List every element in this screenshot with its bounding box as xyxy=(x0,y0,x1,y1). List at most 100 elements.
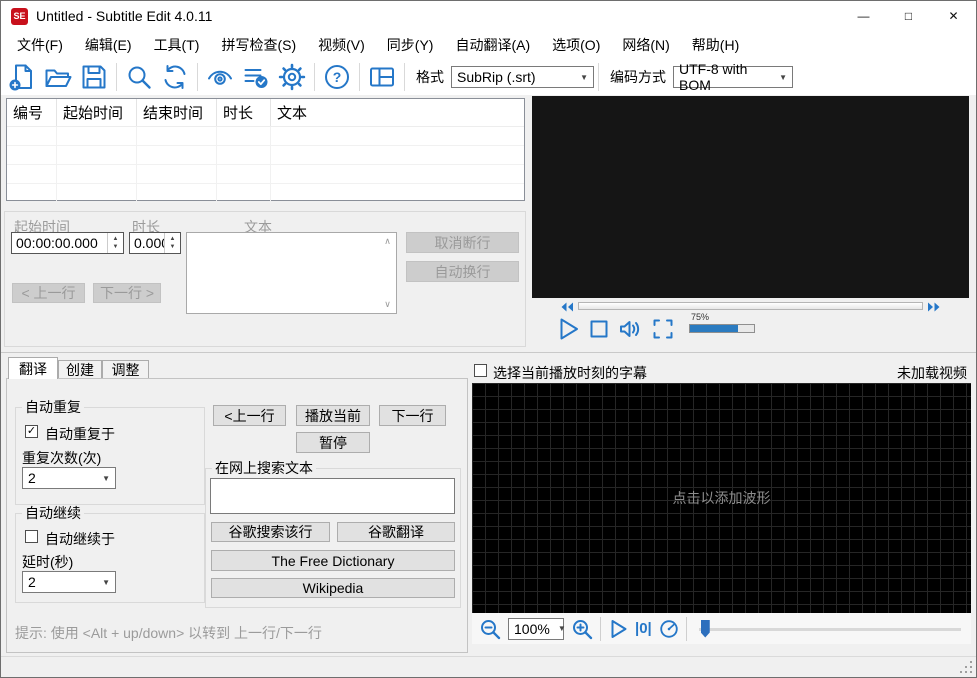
spin-buttons[interactable]: ▲ ▼ xyxy=(107,233,123,253)
title-bar: SE Untitled - Subtitle Edit 4.0.11 — □ ✕ xyxy=(1,1,976,31)
table-row[interactable] xyxy=(7,146,524,165)
menu-tools[interactable]: 工具(T) xyxy=(143,31,211,59)
table-row[interactable] xyxy=(7,184,524,203)
waveform-area[interactable]: 点击以添加波形 xyxy=(472,383,971,613)
layout-button[interactable] xyxy=(364,61,400,93)
menu-autotranslate[interactable]: 自动翻译(A) xyxy=(444,31,541,59)
fullscreen-icon[interactable] xyxy=(650,316,676,342)
pause-button[interactable]: 暂停 xyxy=(296,432,370,453)
auto-continue-checkbox[interactable] xyxy=(25,530,38,543)
prev-line-button[interactable]: <上一行 xyxy=(213,405,286,426)
wikipedia-button[interactable]: Wikipedia xyxy=(211,578,455,598)
table-row[interactable] xyxy=(7,127,524,146)
separator xyxy=(685,616,687,641)
next-line-button-tab[interactable]: 下一行 xyxy=(379,405,446,426)
find-button[interactable] xyxy=(121,61,157,93)
menu-edit[interactable]: 编辑(E) xyxy=(74,31,143,59)
zoom-out-icon[interactable] xyxy=(478,617,502,641)
seek-slider[interactable] xyxy=(578,302,923,310)
tab-translate[interactable]: 翻译 xyxy=(8,357,58,379)
duration-spinner[interactable]: 0.000 ▲ ▼ xyxy=(129,232,181,254)
menu-sync[interactable]: 同步(Y) xyxy=(376,31,445,59)
google-translate-button[interactable]: 谷歌翻译 xyxy=(337,522,455,542)
select-current-subtitle-checkbox[interactable] xyxy=(474,364,487,377)
playback-speed-icon[interactable] xyxy=(658,618,680,640)
menu-options[interactable]: 选项(O) xyxy=(541,31,611,59)
settings-button[interactable] xyxy=(274,61,310,93)
toolbar-separator xyxy=(314,63,315,91)
tab-adjust[interactable]: 调整 xyxy=(102,360,149,379)
app-logo-icon[interactable]: SE xyxy=(11,7,28,25)
table-row[interactable] xyxy=(7,165,524,184)
window-title: Untitled - Subtitle Edit 4.0.11 xyxy=(36,8,213,24)
stop-icon[interactable] xyxy=(586,316,612,342)
separator xyxy=(600,616,601,641)
tab-create[interactable]: 创建 xyxy=(58,360,102,379)
fast-forward-icon[interactable] xyxy=(927,301,941,313)
column-text[interactable]: 文本 xyxy=(271,99,524,126)
menu-file[interactable]: 文件(F) xyxy=(6,31,74,59)
volume-slider[interactable] xyxy=(689,324,755,333)
column-end-time[interactable]: 结束时间 xyxy=(137,99,217,126)
start-time-spinner[interactable]: 00:00:00.000 ▲ ▼ xyxy=(11,232,124,254)
spin-buttons[interactable]: ▲ ▼ xyxy=(164,233,180,253)
close-button[interactable]: ✕ xyxy=(931,1,976,31)
volume-control: 75% xyxy=(689,312,761,342)
menu-spellcheck[interactable]: 拼写检查(S) xyxy=(210,31,307,59)
google-search-button[interactable]: 谷歌搜索该行 xyxy=(211,522,330,542)
toolbar: ? 格式 SubRip (.srt) ▼ 编码方式 UTF-8 with BOM… xyxy=(1,59,976,95)
zoom-in-icon[interactable] xyxy=(570,617,594,641)
chevron-down-icon: ▼ xyxy=(557,624,566,633)
subtitle-list[interactable]: 编号 起始时间 结束时间 时长 文本 xyxy=(6,98,525,203)
subtitle-list-header: 编号 起始时间 结束时间 时长 文本 xyxy=(7,99,524,127)
encoding-value: UTF-8 with BOM xyxy=(679,61,748,93)
unbreak-button[interactable]: 取消断行 xyxy=(406,232,519,253)
previous-line-button[interactable]: < 上一行 xyxy=(12,283,85,303)
video-display[interactable] xyxy=(532,96,969,298)
web-search-input[interactable] xyxy=(210,478,455,514)
visual-sync-button[interactable] xyxy=(202,61,238,93)
next-line-button[interactable]: 下一行 > xyxy=(93,283,161,303)
replace-button[interactable] xyxy=(157,61,193,93)
video-seek-bar xyxy=(532,299,969,313)
menu-network[interactable]: 网络(N) xyxy=(611,31,680,59)
video-controls: 75% xyxy=(555,312,761,342)
waveform-play-icon[interactable] xyxy=(607,618,629,640)
encoding-select[interactable]: UTF-8 with BOM ▼ xyxy=(673,61,793,93)
new-file-button[interactable] xyxy=(4,61,40,93)
save-button[interactable] xyxy=(76,61,112,93)
reset-position-icon[interactable]: |0| xyxy=(635,620,652,637)
play-icon[interactable] xyxy=(555,316,581,342)
slider-thumb[interactable] xyxy=(700,619,710,638)
delay-select[interactable]: 2 ▼ xyxy=(22,571,116,593)
menu-help[interactable]: 帮助(H) xyxy=(681,31,750,59)
auto-repeat-checkbox[interactable]: ✓ xyxy=(25,425,38,438)
spin-down-icon: ▼ xyxy=(112,244,119,251)
waveform-zoom-select[interactable]: 100% ▼ xyxy=(508,617,566,640)
help-icon: ? xyxy=(325,65,349,89)
resize-grip[interactable] xyxy=(960,661,972,673)
horizontal-splitter[interactable] xyxy=(1,352,976,353)
scrollbar[interactable]: ∧ ∨ xyxy=(380,234,395,312)
format-select[interactable]: SubRip (.srt) ▼ xyxy=(451,66,594,88)
repeat-count-select[interactable]: 2 ▼ xyxy=(22,467,116,489)
menu-video[interactable]: 视频(V) xyxy=(307,31,376,59)
help-button[interactable]: ? xyxy=(319,61,355,93)
volume-fill xyxy=(690,325,738,332)
chevron-down-icon: ▼ xyxy=(102,473,110,483)
position-slider[interactable] xyxy=(698,618,961,640)
toolbar-separator xyxy=(197,63,198,91)
open-file-button[interactable] xyxy=(40,61,76,93)
free-dictionary-button[interactable]: The Free Dictionary xyxy=(211,550,455,571)
minimize-button[interactable]: — xyxy=(841,1,886,31)
subtitle-text-area[interactable]: ∧ ∨ xyxy=(186,232,397,314)
column-duration[interactable]: 时长 xyxy=(217,99,271,126)
volume-icon[interactable] xyxy=(617,316,645,342)
spell-check-button[interactable] xyxy=(238,61,274,93)
column-number[interactable]: 编号 xyxy=(7,99,57,126)
maximize-button[interactable]: □ xyxy=(886,1,931,31)
auto-wrap-button[interactable]: 自动换行 xyxy=(406,261,519,282)
column-start-time[interactable]: 起始时间 xyxy=(57,99,137,126)
play-current-button[interactable]: 播放当前 xyxy=(296,405,370,426)
spin-down-icon: ▼ xyxy=(169,244,176,251)
